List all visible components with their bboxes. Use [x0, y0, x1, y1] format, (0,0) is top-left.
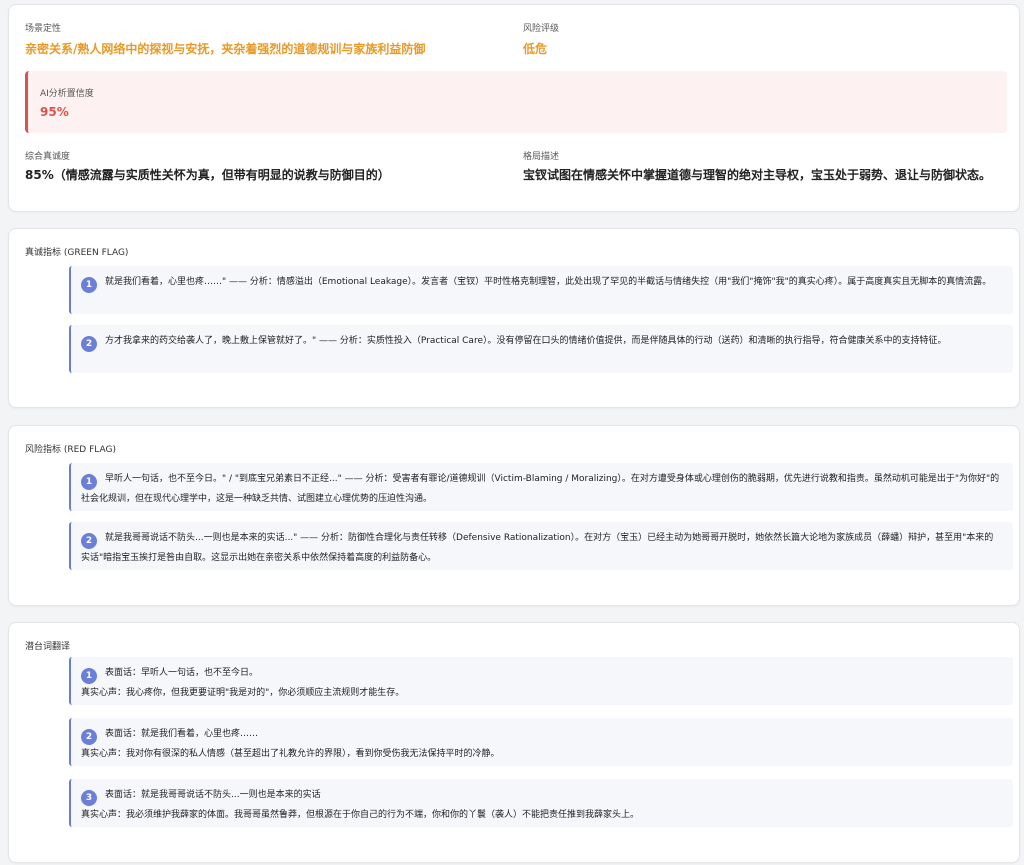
risk-value: 低危 [523, 42, 548, 56]
sincerity-label: 综合真诚度 [25, 152, 71, 162]
surface-text: 表面话：就是我们看着，心里也疼…… [105, 729, 259, 739]
pattern-label: 格局描述 [523, 152, 560, 162]
number-badge: 2 [81, 336, 97, 352]
red-flag-text: 早听人一句话，也不至今日。" / "到底宝兄弟素日不正经..." —— 分析：受… [81, 474, 1000, 504]
scene-value: 亲密关系/熟人网络中的探视与安抚，夹杂着强烈的道德规训与家族利益防御 [25, 42, 426, 56]
summary-card: 场景定性 亲密关系/熟人网络中的探视与安抚，夹杂着强烈的道德规训与家族利益防御 … [8, 4, 1020, 212]
number-badge: 2 [81, 533, 97, 549]
red-flag-text: 就是我哥哥说话不防头...一则也是本来的实话..." —— 分析：防御性合理化与… [81, 533, 994, 563]
green-flag-item: 1 就是我们看着，心里也疼……" —— 分析：情感溢出（Emotional Lea… [69, 266, 1013, 314]
subtext-card: 潜台词翻译 1 表面话：早听人一句话，也不至今日。 真实心声：我心疼你，但我更要证… [8, 622, 1020, 863]
surface-text: 表面话：早听人一句话，也不至今日。 [105, 668, 259, 678]
confidence-label: AI分析置信度 [40, 89, 94, 99]
red-flag-item: 1 早听人一句话，也不至今日。" / "到底宝兄弟素日不正经..." —— 分析：… [69, 463, 1013, 511]
real-text: 真实心声：我对你有很深的私人情感（甚至超出了礼教允许的界限），看到你受伤我无法保… [81, 749, 500, 759]
green-flag-card: 真诚指标 (GREEN FLAG) 1 就是我们看着，心里也疼……" —— 分析：… [8, 228, 1020, 408]
real-text: 真实心声：我必须维护我薛家的体面。我哥哥虽然鲁莽，但根源在于你自己的行为不端，你… [81, 810, 640, 820]
confidence-value: 95% [40, 105, 69, 119]
red-flag-card: 风险指标 (RED FLAG) 1 早听人一句话，也不至今日。" / "到底宝兄弟… [8, 425, 1020, 606]
red-flag-item: 2 就是我哥哥说话不防头...一则也是本来的实话..." —— 分析：防御性合理化… [69, 522, 1013, 570]
scene-label: 场景定性 [25, 24, 62, 34]
risk-label: 风险评级 [523, 24, 560, 34]
red-flag-title: 风险指标 (RED FLAG) [25, 445, 116, 455]
number-badge: 3 [81, 790, 97, 806]
green-flag-title: 真诚指标 (GREEN FLAG) [25, 248, 129, 258]
number-badge: 2 [81, 729, 97, 745]
green-flag-text: 就是我们看着，心里也疼……" —— 分析：情感溢出（Emotional Leak… [105, 277, 992, 287]
subtext-item: 1 表面话：早听人一句话，也不至今日。 真实心声：我心疼你，但我更要证明"我是对的… [69, 657, 1013, 705]
subtext-item: 2 表面话：就是我们看着，心里也疼…… 真实心声：我对你有很深的私人情感（甚至超出… [69, 718, 1013, 766]
real-text: 真实心声：我心疼你，但我更要证明"我是对的"，你必须顺应主流规则才能生存。 [81, 688, 405, 698]
subtext-title: 潜台词翻译 [25, 642, 71, 652]
green-flag-item: 2 方才我拿来的药交给袭人了，晚上敷上保管就好了。" —— 分析：实质性投入（Pr… [69, 325, 1013, 373]
sincerity-value: 85%（情感流露与实质性关怀为真，但带有明显的说教与防御目的） [25, 168, 390, 182]
number-badge: 1 [81, 277, 97, 293]
number-badge: 1 [81, 668, 97, 684]
pattern-value: 宝钗试图在情感关怀中掌握道德与理智的绝对主导权，宝玉处于弱势、退让与防御状态。 [523, 168, 992, 182]
green-flag-text: 方才我拿来的药交给袭人了，晚上敷上保管就好了。" —— 分析：实质性投入（Pra… [105, 336, 947, 346]
subtext-item: 3 表面话：就是我哥哥说话不防头...一则也是本来的实话 真实心声：我必须维护我薛… [69, 779, 1013, 827]
confidence-box: AI分析置信度 95% [25, 71, 1007, 133]
surface-text: 表面话：就是我哥哥说话不防头...一则也是本来的实话 [105, 790, 321, 800]
number-badge: 1 [81, 474, 97, 490]
